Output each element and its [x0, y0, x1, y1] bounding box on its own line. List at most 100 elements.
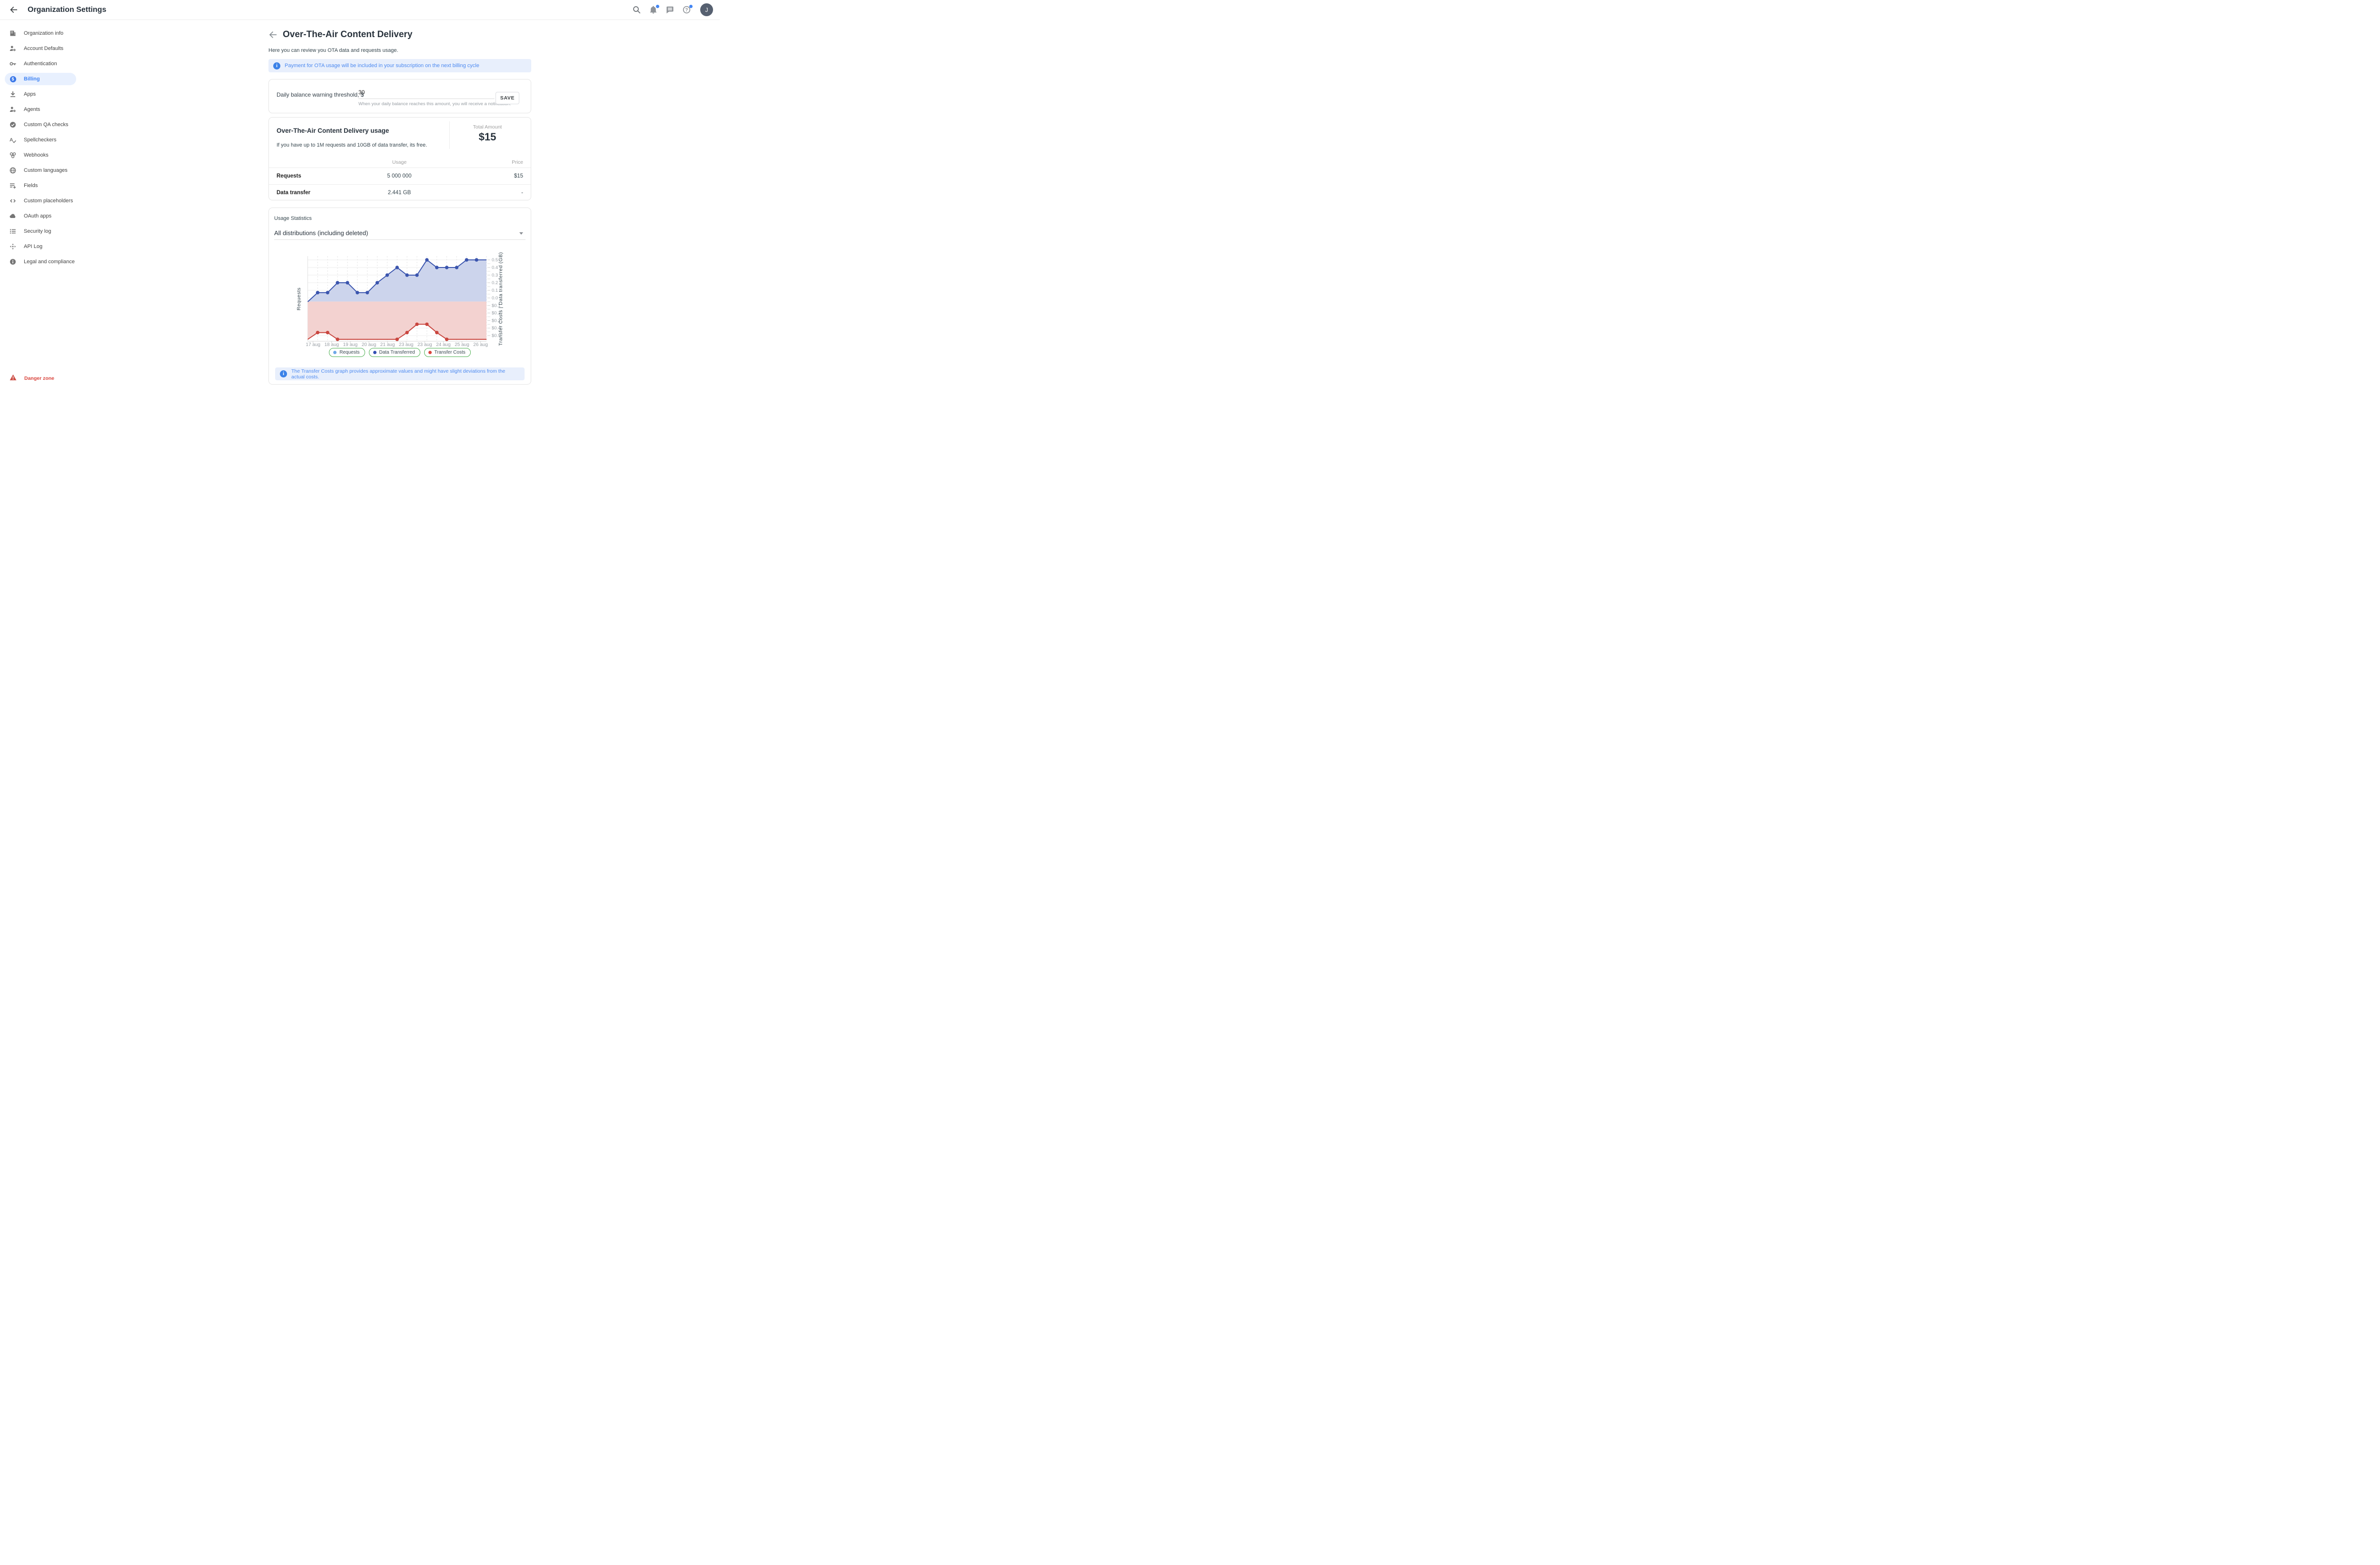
svg-text:17 aug: 17 aug: [306, 342, 320, 347]
sidebar: Organization info Account Defaults Authent…: [0, 20, 100, 271]
usage-card: Over-The-Air Content Delivery usage If y…: [268, 117, 531, 200]
sidebar-item-label: API Log: [24, 244, 42, 249]
check-circle-icon: [10, 121, 16, 128]
svg-text:26 aug: 26 aug: [473, 342, 488, 347]
sidebar-item-webhooks[interactable]: Webhooks: [5, 149, 76, 161]
notifications-icon[interactable]: [647, 4, 659, 16]
table-row: Requests 5 000 000 $15: [269, 168, 531, 184]
app-window: Organization Settings ? J Organization i…: [0, 0, 720, 391]
legend-dot: [373, 351, 377, 354]
sidebar-item-label: OAuth apps: [24, 213, 51, 219]
sidebar-item-label: Security log: [24, 228, 51, 234]
threshold-card: Daily balance warning threshold, $ When …: [268, 79, 531, 113]
sidebar-item-label: Fields: [24, 183, 38, 188]
sidebar-item-custom-languages[interactable]: Custom languages: [5, 164, 76, 177]
table-row: Data transfer2.441 GB-: [269, 184, 531, 201]
sidebar-item-danger-zone[interactable]: Danger zone: [0, 372, 54, 385]
key-icon: [10, 60, 16, 67]
save-button[interactable]: SAVE: [496, 92, 519, 104]
legend-label: Transfer Costs: [435, 350, 466, 355]
svg-text:20 aug: 20 aug: [362, 342, 377, 347]
search-icon[interactable]: [631, 4, 642, 16]
api-icon: [10, 243, 16, 250]
usage-heading: Over-The-Air Content Delivery usage: [277, 127, 389, 134]
svg-text:0.1: 0.1: [492, 288, 498, 293]
page-subtitle: Here you can review you OTA data and req…: [268, 48, 398, 53]
usage-chart: 0.50.40.30.20.10.0$0.1$0.2$0.3$0.4$0.517…: [269, 248, 532, 348]
total-amount-value: $15: [454, 131, 521, 143]
svg-text:23 aug: 23 aug: [399, 342, 414, 347]
sidebar-item-billing[interactable]: $Billing: [5, 73, 76, 85]
payment-info-banner: i Payment for OTA usage will be included…: [268, 59, 531, 72]
window-title: Organization Settings: [28, 6, 106, 14]
topbar-actions: ? J: [631, 3, 713, 16]
legend-label: Requests: [339, 350, 359, 355]
chat-icon[interactable]: [664, 4, 675, 16]
legend-pill-data-transferred[interactable]: Data Transferred: [369, 348, 420, 357]
sidebar-item-label: Custom QA checks: [24, 122, 69, 128]
sidebar-item-spellcheckers[interactable]: A Spellcheckers: [5, 134, 76, 146]
svg-text:25 aug: 25 aug: [455, 342, 469, 347]
usage-note: If you have up to 1M requests and 10GB o…: [277, 142, 427, 148]
payment-info-text: Payment for OTA usage will be included i…: [285, 63, 479, 69]
spellcheck-icon: A: [10, 137, 16, 143]
threshold-input[interactable]: [358, 87, 495, 99]
page-back-icon[interactable]: [268, 30, 278, 40]
legend-pill-requests[interactable]: Requests: [329, 348, 365, 357]
filter-underline: [274, 239, 526, 240]
row-usage: 5 000 000: [352, 168, 447, 184]
building-icon: [10, 30, 16, 37]
vertical-divider: [449, 121, 450, 149]
transfer-costs-info-banner: i The Transfer Costs graph provides appr…: [275, 367, 525, 380]
sidebar-item-agents[interactable]: Agents: [5, 103, 76, 116]
sidebar-item-api-log[interactable]: API Log: [5, 240, 76, 253]
sidebar-item-legal-and-compliance[interactable]: Legal and compliance: [5, 256, 76, 268]
row-price: $15: [476, 168, 523, 184]
sidebar-item-label: Spellcheckers: [24, 137, 56, 143]
legend-label: Data Transferred: [379, 350, 415, 355]
sidebar-item-oauth-apps[interactable]: OAuth apps: [5, 210, 76, 222]
svg-text:24 aug: 24 aug: [436, 342, 451, 347]
svg-text:21 aug: 21 aug: [380, 342, 395, 347]
row-name: Requests: [277, 168, 301, 184]
top-bar: Organization Settings ? J: [0, 0, 720, 20]
sidebar-item-label: Authentication: [24, 61, 57, 67]
sidebar-item-apps[interactable]: Apps: [5, 88, 76, 100]
usage-column-header: Usage: [352, 158, 447, 168]
svg-text:0.5: 0.5: [492, 258, 498, 263]
fields-icon: [10, 182, 16, 189]
usage-table: Usage Price Requests5 000 000$15Data tra…: [269, 158, 531, 201]
person-gear-icon: [10, 106, 16, 113]
distribution-filter-select[interactable]: All distributions (including deleted): [274, 229, 368, 237]
chevron-down-icon[interactable]: [519, 232, 523, 235]
sidebar-item-authentication[interactable]: Authentication: [5, 58, 76, 70]
cloud-icon: [10, 213, 16, 219]
back-icon[interactable]: [8, 4, 19, 16]
sidebar-item-label: Organization info: [24, 30, 63, 36]
legend-dot: [333, 351, 337, 354]
code-icon: [10, 198, 16, 204]
avatar[interactable]: J: [700, 3, 713, 16]
notifications-badge: [656, 5, 659, 8]
sidebar-item-security-log[interactable]: Security log: [5, 225, 76, 238]
danger-zone-label: Danger zone: [24, 376, 54, 381]
sidebar-item-fields[interactable]: Fields: [5, 179, 76, 192]
sidebar-item-account-defaults[interactable]: Account Defaults: [5, 42, 76, 55]
row-name: Data transfer: [277, 185, 310, 201]
sidebar-item-custom-qa-checks[interactable]: Custom QA checks: [5, 119, 76, 131]
svg-text:0.2: 0.2: [492, 280, 498, 286]
usage-table-header: Usage Price: [269, 158, 531, 168]
sidebar-item-organization-info[interactable]: Organization info: [5, 27, 76, 40]
info-icon: [10, 258, 16, 265]
help-icon[interactable]: ?: [681, 4, 692, 16]
sidebar-item-label: Apps: [24, 91, 36, 97]
chart-legend: Requests Data Transferred Transfer Costs: [269, 348, 531, 357]
total-amount-label: Total Amount: [454, 124, 521, 130]
transfer-costs-info-text: The Transfer Costs graph provides approx…: [291, 368, 520, 380]
sidebar-item-custom-placeholders[interactable]: Custom placeholders: [5, 195, 76, 207]
legend-pill-transfer-costs[interactable]: Transfer Costs: [424, 348, 471, 357]
svg-text:Transfer Costs | Data transfer: Transfer Costs | Data transferred (GB): [498, 252, 504, 346]
threshold-helper: When your daily balance reaches this amo…: [358, 101, 511, 107]
person-gear-icon: [10, 45, 16, 52]
usage-statistics-card: Usage Statistics All distributions (incl…: [268, 208, 531, 385]
